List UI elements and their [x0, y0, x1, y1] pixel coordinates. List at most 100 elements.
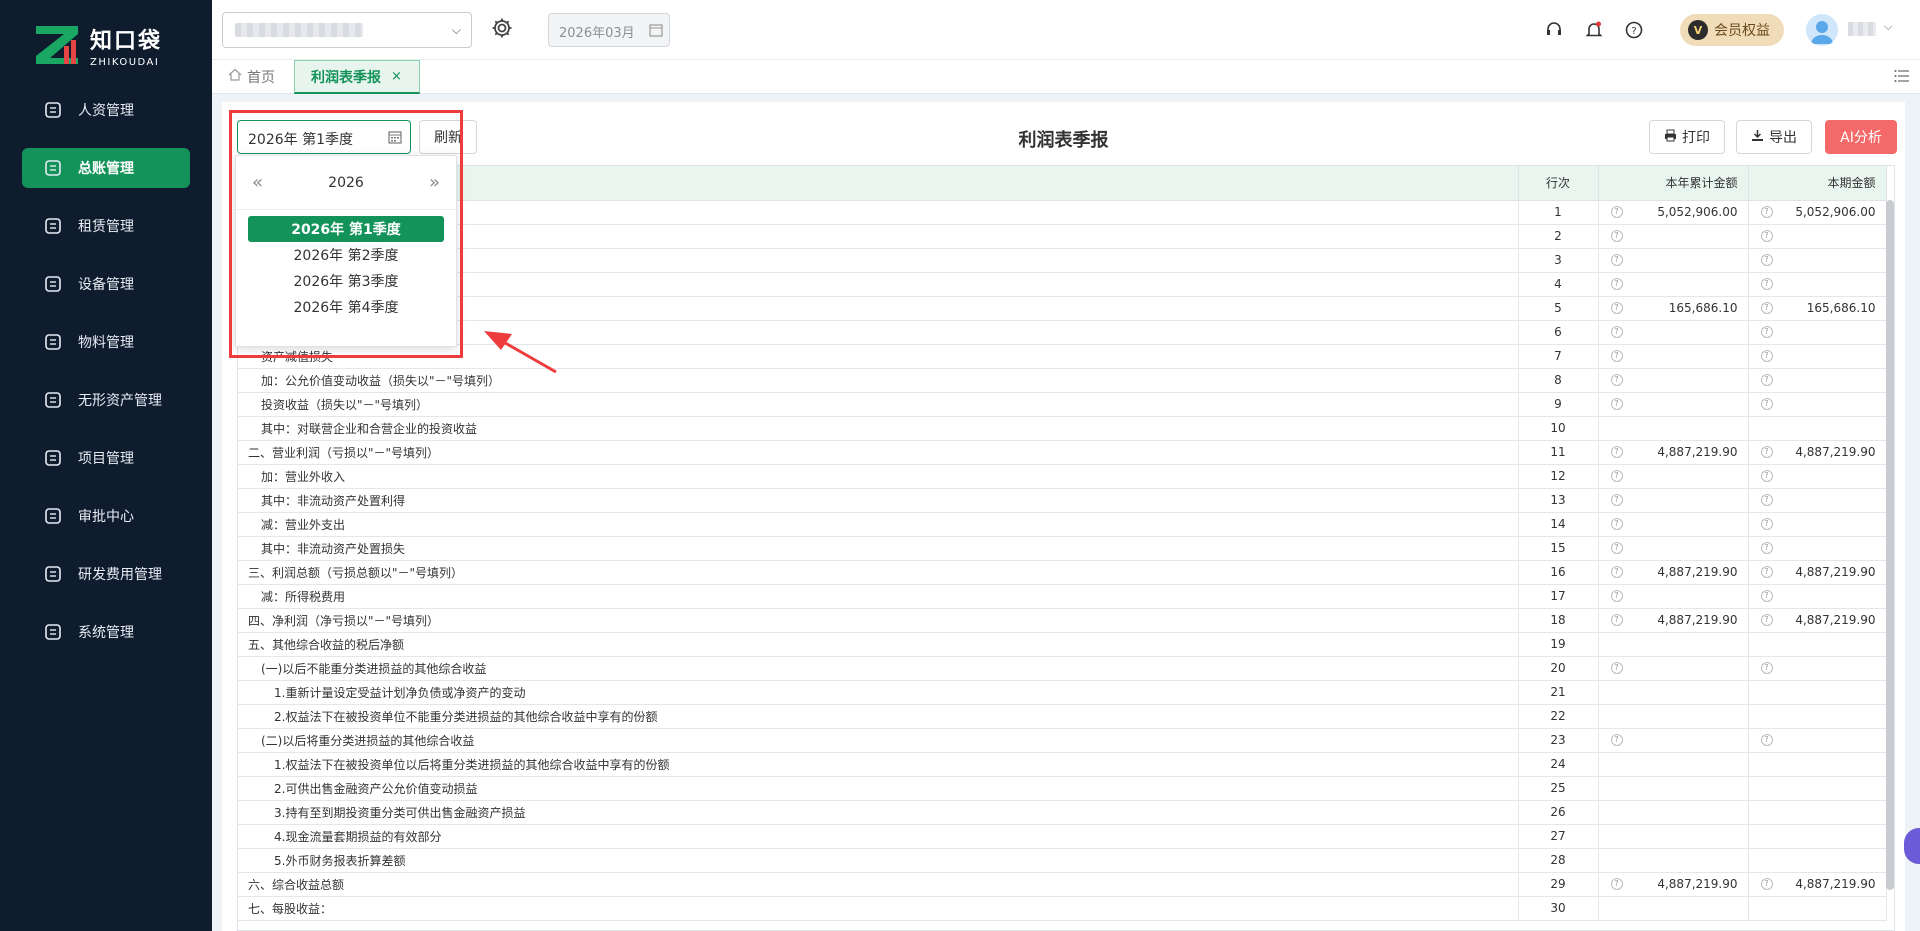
- row-ytd-cell[interactable]: ? 5,052,906.00: [1598, 200, 1749, 225]
- avatar[interactable]: [1806, 14, 1838, 46]
- row-current-cell[interactable]: ?: [1748, 656, 1887, 681]
- row-ytd-cell[interactable]: ?: [1598, 512, 1749, 537]
- row-current-cell[interactable]: ? 5,052,906.00: [1748, 200, 1887, 225]
- row-ytd-cell[interactable]: ? 4,887,219.90: [1598, 440, 1749, 465]
- help-icon[interactable]: ?: [1760, 565, 1773, 578]
- row-current-cell[interactable]: [1748, 752, 1887, 777]
- row-ytd-cell[interactable]: ?: [1598, 464, 1749, 489]
- help-icon[interactable]: ?: [1760, 877, 1773, 890]
- list-menu-icon[interactable]: [1894, 69, 1910, 86]
- row-current-cell[interactable]: ? 4,887,219.90: [1748, 608, 1887, 633]
- row-ytd-cell[interactable]: ?: [1598, 368, 1749, 393]
- company-select[interactable]: ⌵: [222, 12, 472, 48]
- help-icon[interactable]: ?: [1760, 277, 1773, 290]
- row-ytd-cell[interactable]: ? 4,887,219.90: [1598, 608, 1749, 633]
- help-icon[interactable]: ?: [1610, 517, 1623, 530]
- help-icon[interactable]: ?: [1610, 349, 1623, 362]
- sidebar-item-9[interactable]: 系统管理: [22, 612, 190, 652]
- row-ytd-cell[interactable]: [1598, 848, 1749, 873]
- brand-logo[interactable]: 知口袋 ZHIKOUDAI: [0, 0, 212, 90]
- print-button[interactable]: 打印: [1649, 120, 1725, 154]
- help-icon[interactable]: ?: [1610, 493, 1623, 506]
- sidebar-item-7[interactable]: 审批中心: [22, 496, 190, 536]
- row-current-cell[interactable]: [1748, 800, 1887, 825]
- row-current-cell[interactable]: ?: [1748, 536, 1887, 561]
- help-icon[interactable]: ?: [1760, 589, 1773, 602]
- row-ytd-cell[interactable]: [1598, 416, 1749, 441]
- row-ytd-cell[interactable]: ? 4,887,219.90: [1598, 560, 1749, 585]
- sidebar-item-8[interactable]: 研发费用管理: [22, 554, 190, 594]
- period-picker[interactable]: 2026年03月: [548, 13, 670, 47]
- row-ytd-cell[interactable]: ?: [1598, 224, 1749, 249]
- help-icon[interactable]: ?: [1760, 661, 1773, 674]
- help-icon[interactable]: ?: [1760, 325, 1773, 338]
- sidebar-item-6[interactable]: 项目管理: [22, 438, 190, 478]
- help-icon[interactable]: ?: [1610, 445, 1623, 458]
- row-current-cell[interactable]: [1748, 704, 1887, 729]
- row-ytd-cell[interactable]: ?: [1598, 344, 1749, 369]
- row-ytd-cell[interactable]: ?: [1598, 248, 1749, 273]
- help-icon[interactable]: ?: [1610, 469, 1623, 482]
- row-ytd-cell[interactable]: [1598, 632, 1749, 657]
- chat-bubble-icon[interactable]: [1904, 828, 1920, 864]
- sidebar-item-4[interactable]: 物料管理: [22, 322, 190, 362]
- row-current-cell[interactable]: ?: [1748, 368, 1887, 393]
- help-icon[interactable]: ?: [1760, 301, 1773, 314]
- help-icon[interactable]: ?: [1760, 397, 1773, 410]
- help-icon[interactable]: ?: [1610, 301, 1623, 314]
- help-icon[interactable]: ?: [1610, 229, 1623, 242]
- sidebar-item-3[interactable]: 设备管理: [22, 264, 190, 304]
- tab-profit-quarterly[interactable]: 利润表季报 ×: [294, 60, 420, 94]
- row-current-cell[interactable]: ?: [1748, 392, 1887, 417]
- help-icon[interactable]: ?: [1610, 205, 1623, 218]
- row-current-cell[interactable]: ? 4,887,219.90: [1748, 560, 1887, 585]
- row-ytd-cell[interactable]: ?: [1598, 392, 1749, 417]
- row-current-cell[interactable]: ?: [1748, 728, 1887, 753]
- row-ytd-cell[interactable]: ?: [1598, 320, 1749, 345]
- row-ytd-cell[interactable]: ?: [1598, 488, 1749, 513]
- row-ytd-cell[interactable]: [1598, 704, 1749, 729]
- row-ytd-cell[interactable]: [1598, 896, 1749, 921]
- row-current-cell[interactable]: ? 4,887,219.90: [1748, 872, 1887, 897]
- row-ytd-cell[interactable]: [1598, 776, 1749, 801]
- help-icon[interactable]: ?: [1760, 229, 1773, 242]
- row-current-cell[interactable]: [1748, 824, 1887, 849]
- chevron-down-icon[interactable]: ⌵: [1884, 20, 1892, 34]
- help-icon[interactable]: ?: [1610, 613, 1623, 626]
- help-icon[interactable]: ?: [1760, 253, 1773, 266]
- export-button[interactable]: 导出: [1736, 120, 1812, 154]
- row-current-cell[interactable]: ?: [1748, 248, 1887, 273]
- row-current-cell[interactable]: ?: [1748, 320, 1887, 345]
- ai-analysis-button[interactable]: AI分析: [1825, 120, 1897, 154]
- row-current-cell[interactable]: ?: [1748, 512, 1887, 537]
- row-ytd-cell[interactable]: ? 165,686.10: [1598, 296, 1749, 321]
- row-ytd-cell[interactable]: ?: [1598, 272, 1749, 297]
- sidebar-item-2[interactable]: 租赁管理: [22, 206, 190, 246]
- help-icon[interactable]: ?: [1760, 445, 1773, 458]
- row-ytd-cell[interactable]: [1598, 752, 1749, 777]
- help-icon[interactable]: ?: [1610, 541, 1623, 554]
- help-icon[interactable]: ?: [1760, 373, 1773, 386]
- settings-gear-icon[interactable]: [490, 16, 516, 42]
- row-current-cell[interactable]: ?: [1748, 464, 1887, 489]
- row-current-cell[interactable]: ?: [1748, 488, 1887, 513]
- help-icon[interactable]: ?: [1760, 493, 1773, 506]
- row-ytd-cell[interactable]: ?: [1598, 584, 1749, 609]
- row-current-cell[interactable]: ?: [1748, 224, 1887, 249]
- help-icon[interactable]: ?: [1760, 205, 1773, 218]
- username-redacted[interactable]: [1848, 22, 1876, 36]
- sidebar-item-1[interactable]: 总账管理: [22, 148, 190, 188]
- row-ytd-cell[interactable]: ?: [1598, 656, 1749, 681]
- help-icon[interactable]: ?: [1610, 733, 1623, 746]
- row-current-cell[interactable]: ?: [1748, 344, 1887, 369]
- row-current-cell[interactable]: ? 165,686.10: [1748, 296, 1887, 321]
- row-ytd-cell[interactable]: ?: [1598, 536, 1749, 561]
- vertical-scrollbar[interactable]: [1886, 200, 1894, 890]
- member-benefits-button[interactable]: V 会员权益: [1680, 14, 1784, 46]
- close-icon[interactable]: ×: [391, 69, 402, 84]
- help-icon[interactable]: ?: [1760, 517, 1773, 530]
- bell-icon[interactable]: [1582, 18, 1606, 42]
- row-ytd-cell[interactable]: ?: [1598, 728, 1749, 753]
- help-icon[interactable]: ?: [1622, 18, 1646, 42]
- row-current-cell[interactable]: ?: [1748, 272, 1887, 297]
